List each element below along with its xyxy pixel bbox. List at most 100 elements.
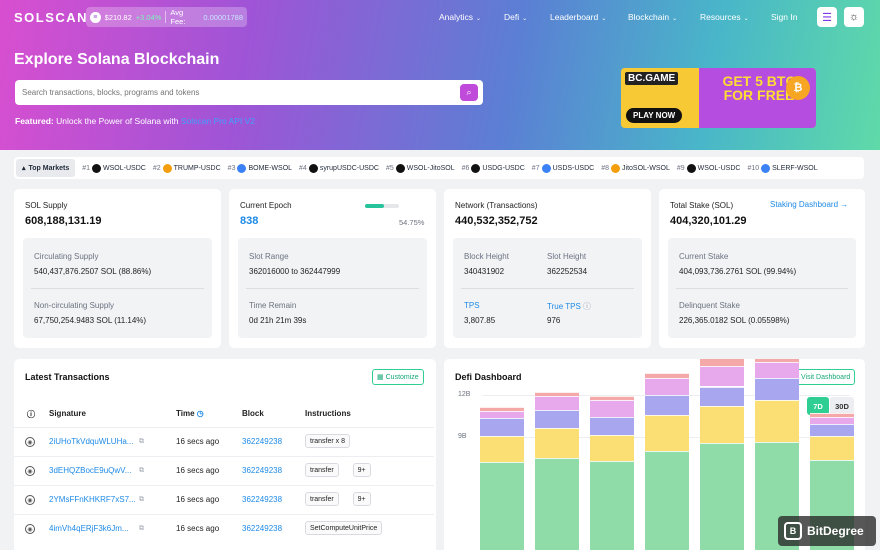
bar-segment[interactable] (480, 436, 524, 463)
visit-dashboard-button[interactable]: Visit Dashboard (796, 369, 856, 385)
bar-segment[interactable] (700, 405, 744, 444)
true-tps-text: True TPS (547, 302, 581, 311)
market-item[interactable]: #8 JitoSOL-WSOL (601, 163, 670, 173)
bar-segment[interactable] (810, 436, 854, 460)
market-item[interactable]: #7 USDS-USDC (531, 163, 594, 173)
bar-segment[interactable] (590, 461, 634, 550)
market-rank: #4 (299, 164, 307, 172)
market-item[interactable]: #9 WSOL-USDC (677, 163, 740, 173)
staking-dashboard-link[interactable]: Staking Dashboard → (770, 200, 848, 209)
instruction-tag[interactable]: transfer x 8 (305, 434, 351, 448)
instruction-tag[interactable]: SetComputeUnitPrice (305, 521, 383, 535)
bar-segment[interactable] (755, 359, 799, 362)
search-input[interactable] (22, 86, 452, 99)
top-markets-tab[interactable]: ▴ Top Markets (16, 159, 76, 177)
bar-segment[interactable] (645, 415, 689, 452)
bar-segment[interactable] (810, 412, 854, 417)
col-signature: Signature (49, 409, 86, 418)
sign-in-link[interactable]: Sign In (771, 12, 797, 22)
eye-icon[interactable]: ◉ (25, 495, 35, 505)
nav-defi[interactable]: Defi ⌄ (504, 12, 527, 22)
market-rank: #7 (531, 164, 540, 172)
copy-icon[interactable]: ⧉ (139, 467, 144, 475)
market-item[interactable]: #2 TRUMP-USDC (153, 163, 221, 173)
customize-button[interactable]: ▦ Customize (372, 369, 424, 385)
bar-segment[interactable] (645, 378, 689, 395)
market-item[interactable]: #6 USDG-USDC (462, 163, 525, 173)
bar-segment[interactable] (590, 434, 634, 462)
stake-details: Current Stake 404,093,736.2761 SOL (99.9… (668, 238, 856, 338)
eye-icon[interactable]: ◉ (25, 437, 35, 447)
tx-block[interactable]: 362249238 (242, 466, 282, 475)
nav-blockchain[interactable]: Blockchain ⌄ (628, 12, 677, 22)
copy-icon[interactable]: ⧉ (139, 438, 144, 446)
bar-segment[interactable] (810, 423, 854, 437)
eye-icon[interactable]: ◉ (25, 466, 35, 476)
solscan-logo[interactable]: SOLSCAN (14, 10, 88, 25)
market-item[interactable]: #1 WSOL-USDC (82, 163, 146, 173)
bar-segment[interactable] (755, 400, 799, 442)
bar-segment[interactable] (645, 372, 689, 379)
bar-segment[interactable] (700, 359, 744, 366)
nav-resources[interactable]: Resources ⌄ (700, 12, 749, 22)
ad-brand: BC.GAME (625, 72, 679, 85)
market-item[interactable]: #3 BOME-WSOL (228, 163, 292, 173)
info-icon[interactable]: ⓘ (583, 302, 591, 311)
tps-label[interactable]: TPS (464, 301, 480, 310)
bar-segment[interactable] (535, 409, 579, 428)
instruction-tag[interactable]: transfer (305, 463, 339, 477)
market-item[interactable]: #4 syrupUSDC-USDC (299, 163, 379, 173)
tx-signature[interactable]: 4imVh4qERjF3k6Jm... (49, 524, 129, 533)
nav-label: Defi (504, 12, 520, 22)
copy-icon[interactable]: ⧉ (139, 496, 144, 504)
market-item[interactable]: #10 SLERF-WSOL (747, 163, 818, 173)
divider (165, 11, 167, 23)
bar-segment[interactable] (645, 451, 689, 550)
tx-block[interactable]: 362249238 (242, 495, 282, 504)
instruction-tag[interactable]: 9+ (352, 463, 371, 477)
market-item[interactable]: #5 WSOL-JitoSOL (386, 163, 455, 173)
tx-block[interactable]: 362249238 (242, 437, 282, 446)
tx-signature[interactable]: 2iUHoTkVdquWLUHa... (49, 437, 133, 446)
eye-icon[interactable]: ◉ (25, 524, 35, 534)
menu-button[interactable]: ☰ (817, 7, 837, 27)
bar-segment[interactable] (590, 416, 634, 435)
ad-banner[interactable]: BC.GAME PLAY NOW GET 5 BTC FOR FREE ₿ (621, 68, 816, 128)
bar-segment[interactable] (810, 416, 854, 424)
copy-icon[interactable]: ⧉ (139, 525, 144, 533)
bar-segment[interactable] (590, 396, 634, 401)
bar-segment[interactable] (535, 458, 579, 550)
bar-segment[interactable] (755, 378, 799, 401)
tx-block[interactable]: 362249238 (242, 524, 282, 533)
bar-segment[interactable] (645, 394, 689, 416)
bar-segment[interactable] (700, 365, 744, 387)
instruction-tag[interactable]: 9+ (352, 492, 371, 506)
epoch-progress-fill (365, 204, 384, 208)
true-tps-label[interactable]: True TPS ⓘ (547, 301, 591, 312)
nav-analytics[interactable]: Analytics ⌄ (439, 12, 481, 22)
bar-segment[interactable] (535, 427, 579, 459)
bar-segment[interactable] (535, 396, 579, 410)
tx-signature[interactable]: 3dEHQZBocE9uQwV... (49, 466, 131, 475)
clock-icon[interactable]: ◷ (197, 409, 204, 418)
tx-signature[interactable]: 2YMsFFnKHKRF7xS7... (49, 495, 136, 504)
bar-segment[interactable] (700, 443, 744, 550)
featured-link[interactable]: Solscan Pro API V2 (181, 116, 255, 126)
bar-segment[interactable] (590, 400, 634, 417)
bar-segment[interactable] (480, 462, 524, 550)
circ-supply-label: Circulating Supply (34, 252, 99, 261)
ad-play-button[interactable]: PLAY NOW (626, 108, 683, 123)
theme-toggle-button[interactable]: ☼ (844, 7, 864, 27)
bar-segment[interactable] (755, 361, 799, 379)
search-button[interactable]: ⌕ (460, 84, 478, 101)
instruction-tag[interactable]: transfer (305, 492, 339, 506)
tx-time: 16 secs ago (176, 495, 220, 504)
bar-segment[interactable] (480, 411, 524, 419)
bar-segment[interactable] (480, 407, 524, 412)
bar-segment[interactable] (535, 392, 579, 397)
bar-segment[interactable] (700, 386, 744, 406)
bar-segment[interactable] (480, 418, 524, 437)
nav-leaderboard[interactable]: Leaderboard ⌄ (550, 12, 606, 22)
sol-price-change: +3.04% (135, 12, 162, 22)
epoch-value[interactable]: 838 (240, 215, 258, 227)
